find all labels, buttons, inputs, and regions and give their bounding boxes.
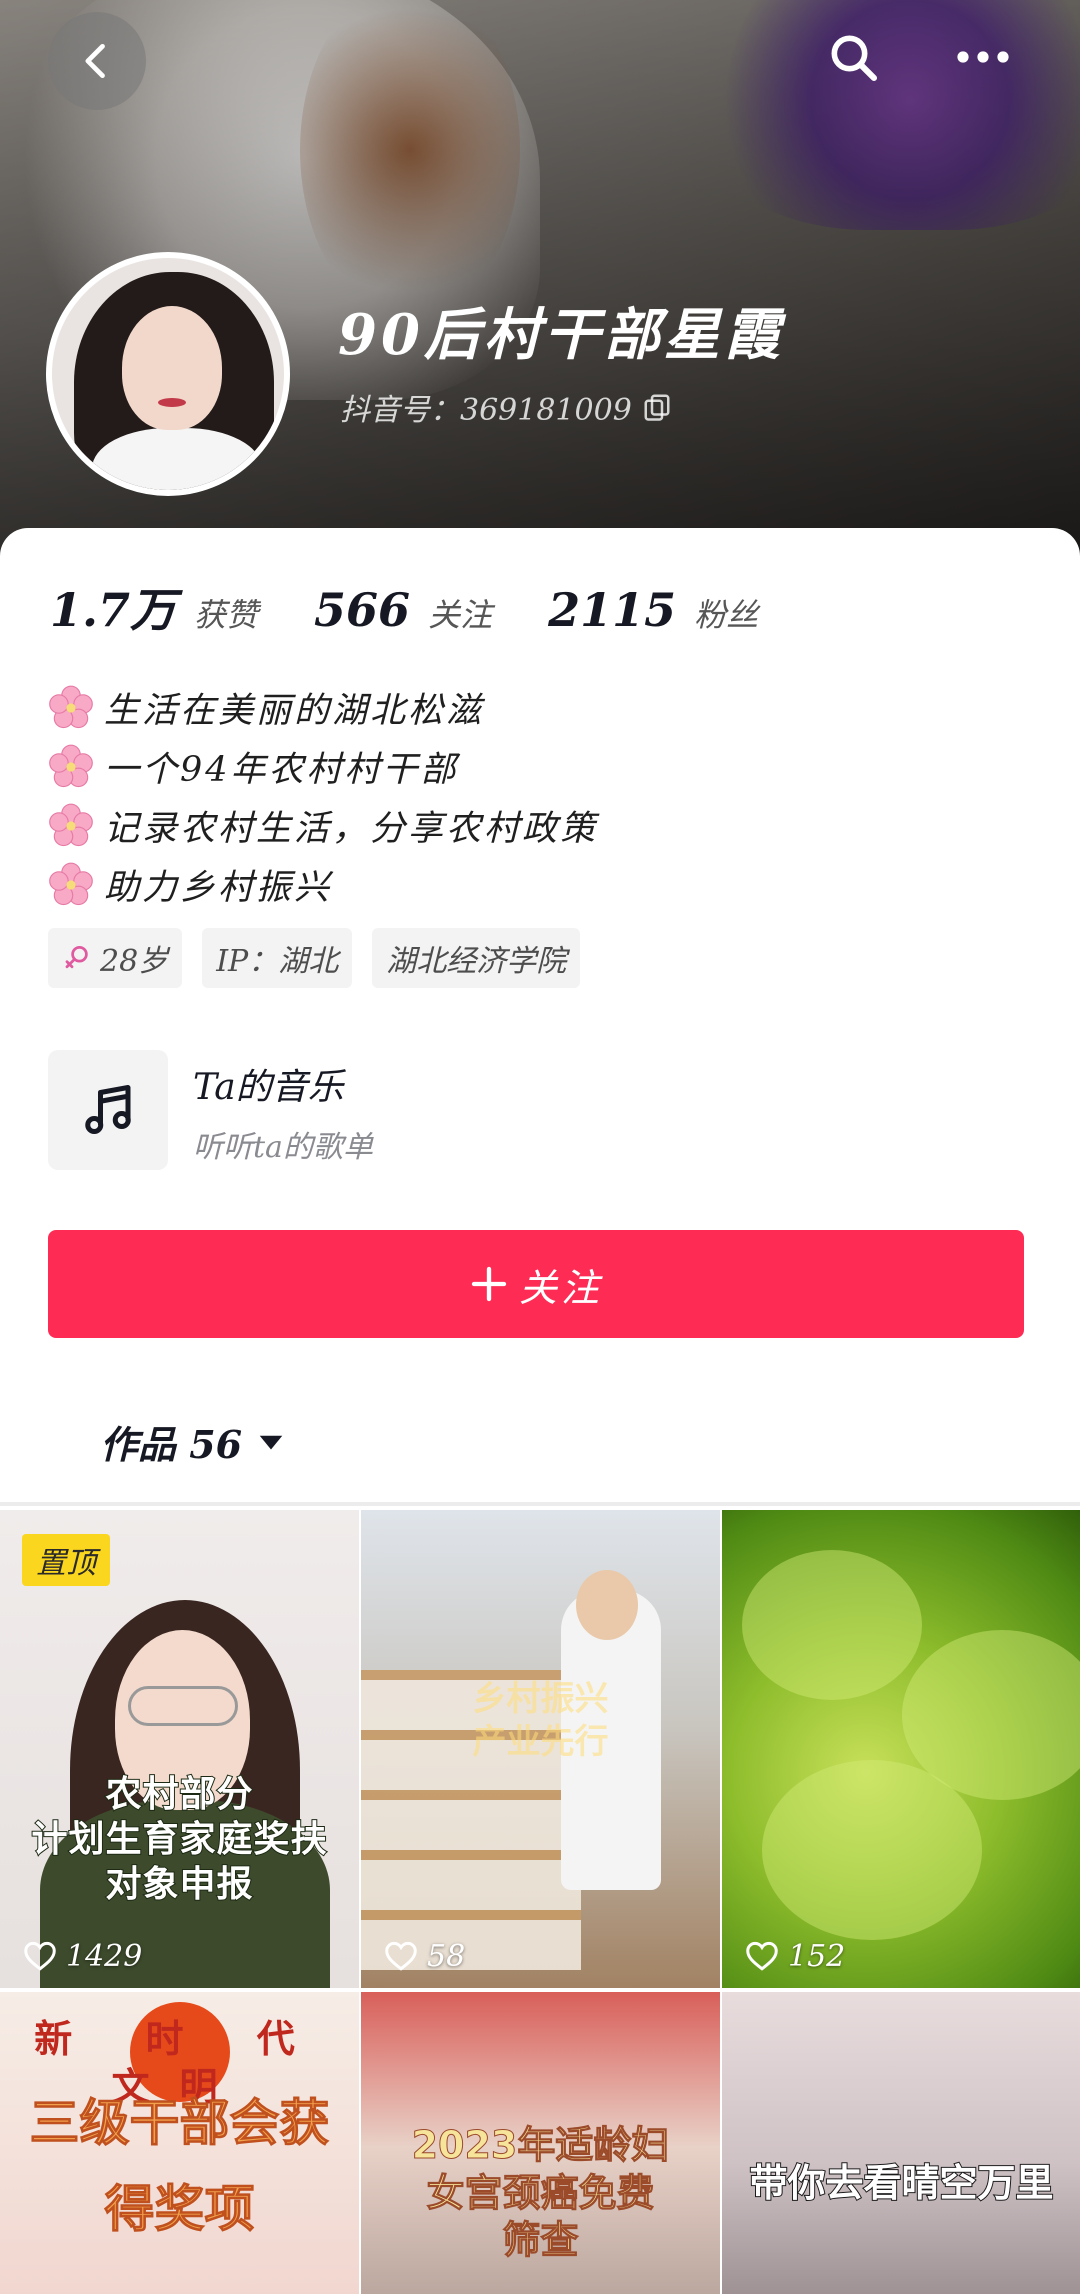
music-title: Ta的音乐	[193, 1067, 344, 1108]
cherry-blossom-icon	[49, 862, 93, 905]
search-button[interactable]	[818, 22, 888, 92]
music-note-icon	[85, 1085, 131, 1134]
bio-line: 生活在美丽的湖北松滋	[48, 678, 598, 737]
video-cover-text: 农村部分 计划生育家庭奖扶 对象申报	[30, 1773, 328, 1906]
follow-label: 关注	[518, 1265, 603, 1310]
music-entry[interactable]: Ta的音乐 听听ta的歌单	[48, 1050, 648, 1170]
cherry-blossom-icon	[49, 744, 93, 787]
cherry-blossom-icon	[49, 803, 93, 846]
video-tile[interactable]: 置顶 农村部分 计划生育家庭奖扶 对象申报 1429	[0, 1510, 359, 1988]
music-icon-box	[48, 1050, 168, 1170]
following-count[interactable]: 566	[314, 583, 410, 637]
douyin-id[interactable]: 抖音号：369181009	[340, 385, 672, 429]
search-icon	[831, 35, 878, 82]
following-label[interactable]: 关注	[428, 590, 492, 636]
bio-text: 记录农村生活，分享农村政策	[104, 809, 599, 849]
like-count: 58	[383, 1938, 465, 1974]
follow-button[interactable]: 关注	[48, 1230, 1024, 1338]
like-count: 1429	[22, 1938, 142, 1974]
works-label: 作品 56	[100, 1422, 243, 1467]
ip-tag: IP：湖北	[202, 928, 353, 988]
music-subtitle: 听听ta的歌单	[193, 1130, 373, 1165]
tab-works[interactable]: 作品 56	[100, 1414, 286, 1469]
age-text: 28岁	[100, 944, 169, 979]
female-icon	[65, 946, 88, 969]
video-cover-text: 乡村振兴 产业先行	[472, 1679, 609, 1762]
video-tile[interactable]: 2023年适龄妇 女宫颈癌免费 筛查	[361, 1992, 720, 2294]
bio-text: 一个94年农村村干部	[104, 750, 459, 790]
bio-line: 记录农村生活，分享农村政策	[48, 796, 598, 855]
stats-row: 1.7万 获赞 566 关注 2115 粉丝	[50, 574, 814, 640]
video-tile[interactable]: 带你去看晴空万里	[722, 1992, 1080, 2294]
likes-count[interactable]: 1.7万	[50, 574, 176, 640]
profile-tags: 28岁 IP：湖北 湖北经济学院	[48, 928, 581, 988]
back-button[interactable]	[48, 12, 146, 110]
age-tag: 28岁	[48, 928, 183, 988]
video-tile[interactable]: 152	[722, 1510, 1080, 1988]
followers-label[interactable]: 粉丝	[694, 590, 758, 636]
bio-line: 助力乡村振兴	[48, 855, 598, 914]
copy-icon[interactable]	[642, 392, 672, 422]
ip-text: IP：湖北	[216, 944, 339, 979]
video-cover-text: 得奖项	[104, 2180, 255, 2239]
video-cover-text: 2023年适龄妇 女宫颈癌免费 筛查	[411, 2123, 670, 2263]
bio-line: 一个94年农村村干部	[48, 737, 598, 796]
profile-name: 90后村干部星霞	[338, 302, 784, 368]
douyin-id-text: 抖音号：369181009	[340, 393, 632, 428]
avatar[interactable]	[46, 252, 290, 496]
video-tile[interactable]: 新 时 代 文明 三级干部会获 得奖项	[0, 1992, 359, 2294]
like-count: 152	[744, 1938, 845, 1974]
heart-icon	[746, 1941, 778, 1971]
plus-icon	[471, 1266, 507, 1302]
chevron-left-icon	[85, 43, 105, 79]
bio-text: 助力乡村振兴	[104, 868, 333, 908]
followers-count[interactable]: 2115	[548, 583, 676, 637]
video-cover-text: 三级干部会获	[29, 2094, 330, 2153]
heart-icon	[24, 1941, 56, 1971]
video-grid: 置顶 农村部分计划生育家庭奖扶对象申报 1429 乡村振兴产业先行 58	[0, 1510, 1080, 2294]
pinned-badge: 置顶	[22, 1534, 110, 1586]
triangle-down-icon	[259, 1435, 283, 1449]
school-tag[interactable]: 湖北经济学院	[372, 928, 581, 988]
bio: 生活在美丽的湖北松滋 一个94年农村村干部 记录农村生活，分享农村政策 助力乡村…	[48, 678, 598, 914]
video-cover-text: 带你去看晴空万里	[748, 2160, 1054, 2206]
heart-icon	[385, 1941, 417, 1971]
bio-text: 生活在美丽的湖北松滋	[104, 691, 485, 731]
school-text: 湖北经济学院	[386, 944, 567, 979]
video-tile[interactable]: 乡村振兴 产业先行 58	[361, 1510, 720, 1988]
more-button[interactable]	[948, 22, 1018, 92]
likes-label[interactable]: 获赞	[194, 590, 258, 636]
cherry-blossom-icon	[49, 685, 93, 728]
more-dots-icon	[957, 51, 1009, 63]
divider	[0, 1502, 1080, 1506]
